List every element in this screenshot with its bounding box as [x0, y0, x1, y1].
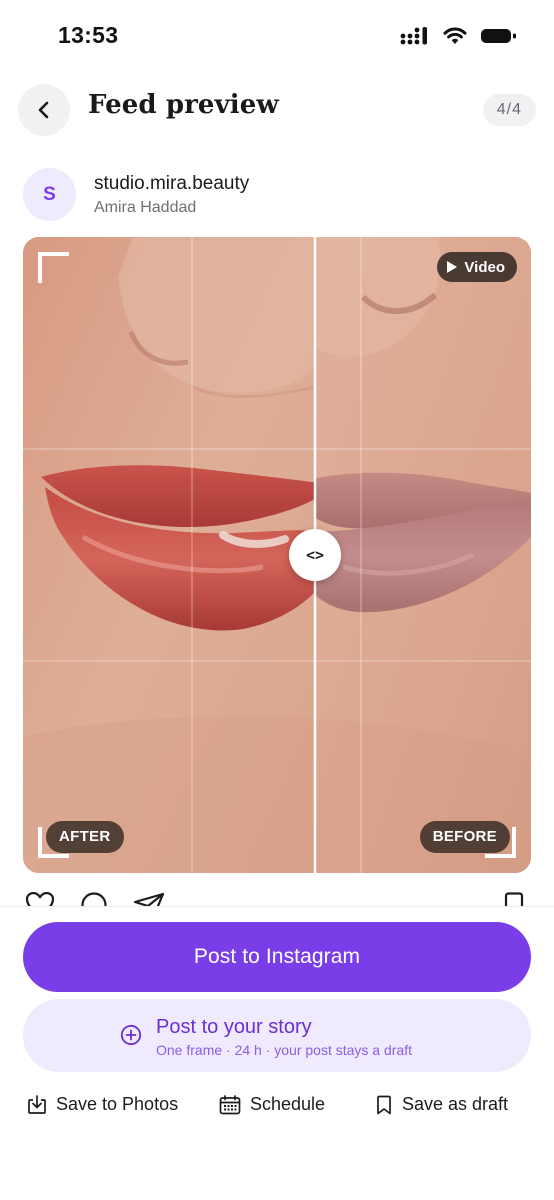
status-bar: 13:53	[0, 0, 554, 72]
cellular-signal-icon	[400, 27, 427, 45]
bookmark-icon[interactable]	[503, 892, 525, 906]
save-as-draft-button[interactable]: Save as draft	[375, 1094, 508, 1115]
battery-icon	[481, 29, 516, 43]
chevron-left-icon	[38, 101, 49, 119]
download-icon	[28, 1094, 46, 1114]
account-owner-name: Amira Haddad	[94, 199, 197, 216]
divider	[0, 906, 554, 907]
post-to-instagram-button[interactable]: Post to Instagram	[23, 922, 531, 992]
save-to-photos-label: Save to Photos	[56, 1094, 179, 1114]
header: Feed preview 4/4	[0, 82, 554, 138]
status-icons	[400, 26, 518, 46]
feed-preview-screen: 13:53 Feed preview 4/4 S studio.mira.bea…	[0, 0, 554, 1200]
page-counter: 4/4	[482, 94, 536, 126]
save-as-draft-label: Save as draft	[402, 1094, 509, 1114]
add-circle-icon	[120, 1024, 142, 1046]
status-time: 13:53	[58, 22, 119, 48]
compare-slider-handle[interactable]: <>	[289, 529, 341, 581]
before-label: BEFORE	[419, 821, 510, 853]
story-button-subtitle: One frame · 24 h · your post stays a dra…	[156, 1042, 412, 1058]
save-to-photos-button[interactable]: Save to Photos	[27, 1094, 178, 1115]
video-badge-label: Video	[464, 258, 505, 276]
comment-icon[interactable]	[79, 892, 109, 906]
post-to-story-button[interactable]: Post to your story One frame · 24 h · yo…	[23, 999, 531, 1072]
after-label: AFTER	[46, 821, 124, 853]
play-icon	[447, 261, 458, 273]
calendar-icon	[219, 1094, 241, 1114]
before-after-media[interactable]: Video <> AFTER BEFORE	[23, 237, 531, 873]
back-button[interactable]	[18, 84, 70, 136]
lips-photo	[23, 237, 531, 873]
secondary-actions: Save to Photos Schedule Save as draft	[0, 1094, 554, 1122]
heart-icon[interactable]	[25, 892, 55, 906]
post-actions-row	[23, 888, 531, 906]
bookmark-icon	[377, 1095, 391, 1114]
story-button-title: Post to your story	[156, 1016, 312, 1038]
schedule-label: Schedule	[250, 1094, 326, 1114]
video-badge: Video	[437, 252, 517, 282]
schedule-button[interactable]: Schedule	[219, 1094, 325, 1115]
page-title: Feed preview	[88, 90, 279, 120]
avatar: S	[23, 168, 76, 221]
frame-corner-top-left-icon	[38, 252, 69, 283]
account-handle: studio.mira.beauty	[94, 173, 250, 194]
share-icon[interactable]	[133, 892, 165, 906]
account-row: S studio.mira.beauty Amira Haddad	[23, 168, 523, 222]
wifi-icon	[443, 27, 467, 44]
